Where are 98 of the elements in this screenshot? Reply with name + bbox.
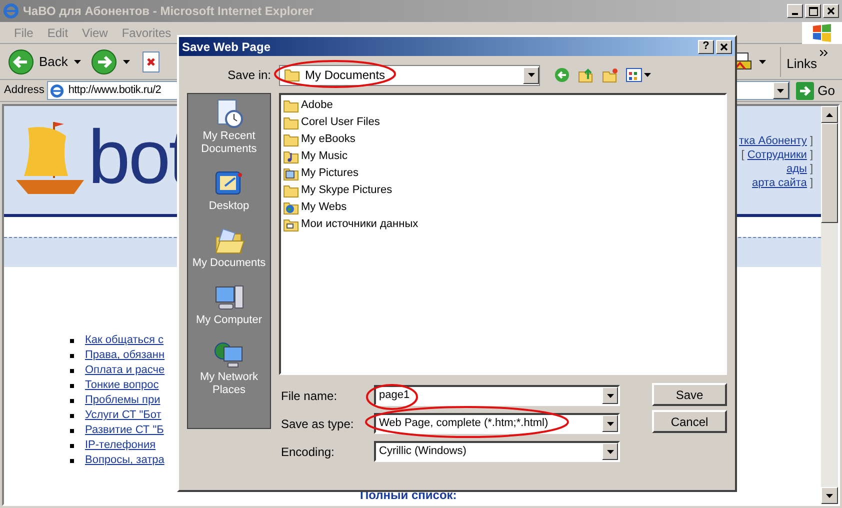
file-list-item[interactable]: My Webs: [283, 199, 725, 216]
go-button[interactable]: Go: [792, 80, 838, 100]
place-item[interactable]: My Recent Documents: [189, 98, 269, 156]
chevron-icon: [820, 50, 828, 56]
datasource-folder-icon: [283, 218, 299, 232]
bracket-text: [: [741, 148, 744, 162]
bracket-text: ]: [810, 176, 813, 190]
folder-icon: [283, 132, 299, 146]
back-caret-icon: [74, 60, 81, 64]
back-button[interactable]: Back: [8, 48, 68, 74]
bullet-icon: [70, 338, 74, 342]
caret-icon: [606, 450, 614, 454]
close-icon: [720, 42, 728, 50]
dropdown-button[interactable]: [602, 443, 618, 460]
faq-link[interactable]: Услуги СТ "Бот: [85, 407, 162, 424]
globe-folder-icon: [283, 200, 299, 214]
faq-link[interactable]: Как общаться с: [85, 332, 164, 349]
dropdown-button[interactable]: [602, 387, 618, 404]
bullet-icon: [70, 458, 74, 462]
faq-link[interactable]: IP-телефония: [85, 437, 156, 454]
dialog-title: Save Web Page: [182, 38, 270, 56]
grid-view-icon: [626, 68, 642, 82]
save-in-label: Save in:: [226, 67, 271, 84]
bullet-icon: [70, 354, 74, 358]
close-button[interactable]: [823, 4, 839, 18]
bracket-text: ]: [810, 134, 813, 148]
close-button[interactable]: [716, 40, 732, 54]
bullet-icon: [70, 428, 74, 432]
links-button[interactable]: Links: [780, 46, 832, 76]
browser-e-icon: [3, 3, 19, 19]
forward-caret-icon: [122, 60, 130, 64]
faq-link[interactable]: Права, обязанн: [85, 347, 165, 364]
caret-icon: [528, 73, 534, 77]
nav-link[interactable]: арта сайта: [752, 176, 807, 190]
minimize-button[interactable]: [787, 4, 803, 18]
field-label: File name:: [280, 388, 338, 404]
music-folder-icon: [283, 150, 299, 164]
vertical-scrollbar[interactable]: [821, 106, 838, 504]
place-item[interactable]: Desktop: [189, 168, 269, 213]
nav-link[interactable]: ады: [786, 162, 807, 176]
file-list-item[interactable]: Adobe: [283, 97, 725, 114]
dialog-button[interactable]: Save: [652, 383, 727, 406]
file-list-item[interactable]: My eBooks: [283, 131, 725, 148]
faq-link[interactable]: Тонкие вопрос: [85, 377, 159, 394]
place-item[interactable]: My Documents: [189, 225, 269, 270]
flag-logo-icon: [812, 24, 832, 42]
save-in-combo[interactable]: My Documents: [279, 64, 540, 86]
field-combo[interactable]: page1: [374, 385, 620, 406]
page-e-icon: [50, 84, 64, 98]
caret-icon: [606, 394, 614, 398]
caret-icon: [644, 73, 651, 77]
file-list-item[interactable]: Мои источники данных: [283, 216, 725, 233]
bullet-icon: [70, 368, 74, 372]
place-item[interactable]: My Network Places: [189, 339, 269, 397]
maximize-button[interactable]: [805, 4, 821, 18]
pictures-folder-icon: [283, 166, 299, 180]
scroll-up-icon[interactable]: [826, 112, 833, 116]
address-label: Address: [4, 83, 44, 98]
window-title: ЧаВО для Абонентов - Microsoft Internet Explorer: [23, 3, 314, 20]
maximize-icon: [808, 6, 818, 16]
stop-icon[interactable]: [142, 50, 160, 72]
field-combo[interactable]: Cyrillic (Windows): [374, 441, 620, 462]
file-list-item[interactable]: My Pictures: [283, 165, 725, 182]
new-folder-icon[interactable]: [602, 67, 618, 83]
faq-link[interactable]: Развитие СТ "Б: [85, 422, 164, 439]
file-list-item[interactable]: My Music: [283, 148, 725, 165]
nav-link[interactable]: тка Абоненту: [738, 134, 807, 148]
caret-icon: [777, 88, 784, 92]
bullet-icon: [70, 444, 74, 448]
file-list-item[interactable]: Corel User Files: [283, 114, 725, 131]
dialog-button[interactable]: Cancel: [652, 410, 727, 433]
dropdown-button[interactable]: [523, 66, 539, 84]
bracket-text: ]: [810, 162, 813, 176]
bullet-icon: [70, 414, 74, 418]
field-label: Save as type:: [280, 416, 355, 432]
field-label: Encoding:: [280, 444, 336, 460]
close-icon: [827, 7, 835, 15]
help-button[interactable]: ?: [698, 40, 714, 54]
nav-link[interactable]: Сотрудники: [747, 148, 807, 162]
folder-icon: [283, 116, 299, 130]
scroll-down-icon[interactable]: [826, 494, 833, 498]
file-list-item[interactable]: My Skype Pictures: [283, 182, 725, 199]
faq-link[interactable]: Вопросы, затра: [85, 452, 164, 469]
printer-caret-icon: [758, 60, 766, 64]
dropdown-button[interactable]: [602, 415, 618, 432]
dropdown-button[interactable]: [772, 82, 789, 99]
bracket-text: ]: [810, 148, 813, 162]
up-folder-icon[interactable]: [578, 67, 594, 83]
bullet-icon: [70, 384, 74, 388]
field-combo[interactable]: Web Page, complete (*.htm;*.html): [374, 413, 620, 434]
place-item[interactable]: My Computer: [189, 282, 269, 327]
folder-icon: [283, 184, 299, 198]
bullet-icon: [70, 398, 74, 402]
scroll-thumb[interactable]: [821, 123, 838, 223]
view-menu-button[interactable]: [626, 68, 651, 82]
faq-link[interactable]: Оплата и расче: [85, 362, 165, 379]
faq-link[interactable]: Проблемы при: [85, 392, 160, 409]
caret-icon: [606, 422, 614, 426]
